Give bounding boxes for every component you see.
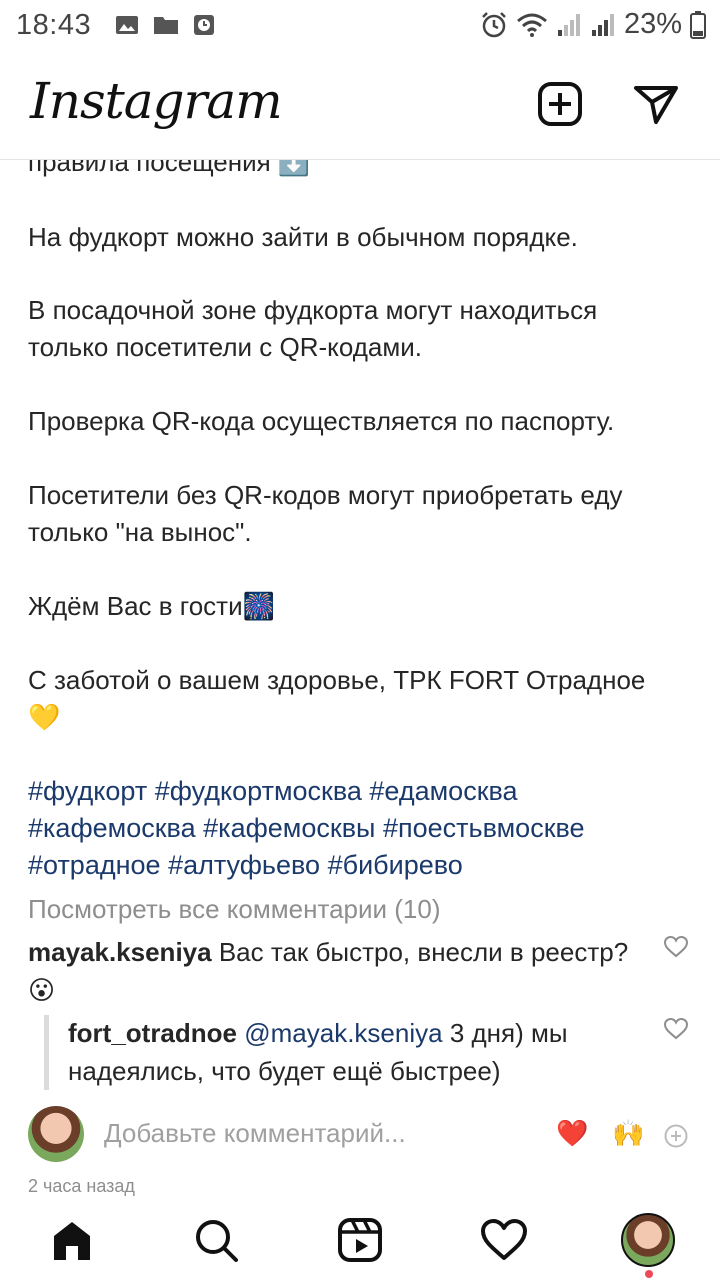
home-icon xyxy=(54,1222,90,1260)
reply-username[interactable]: fort_otradnoe xyxy=(68,1018,237,1048)
caption-line: С заботой о вашем здоровье, ТРК FORT Отр… xyxy=(28,665,646,695)
hashtag-link[interactable]: #отрадное xyxy=(28,850,161,880)
nav-profile[interactable] xyxy=(618,1210,678,1270)
quick-emoji-heart[interactable]: ❤️ xyxy=(556,1118,588,1149)
view-all-comments-link[interactable]: Посмотреть все комментарии (10) xyxy=(28,894,441,925)
nav-home[interactable] xyxy=(42,1210,102,1270)
comment-username[interactable]: mayak.kseniya xyxy=(28,937,212,967)
post-content: правила посещения ⬇️ На фудкорт можно за… xyxy=(0,0,720,1200)
caption-line: В посадочной зоне фудкорта могут находит… xyxy=(28,295,598,325)
bottom-nav xyxy=(0,1200,720,1280)
nav-activity[interactable] xyxy=(474,1210,534,1270)
like-reply-icon[interactable] xyxy=(664,1018,688,1040)
caption-line: 💛 xyxy=(28,702,61,732)
add-comment-input[interactable]: Добавьте комментарий... xyxy=(104,1118,406,1149)
profile-avatar xyxy=(621,1213,675,1267)
caption-line: Проверка QR-кода осуществляется по паспо… xyxy=(28,406,615,436)
reels-icon xyxy=(338,1218,382,1262)
heart-icon xyxy=(481,1219,527,1260)
post-timestamp: 2 часа назад xyxy=(28,1176,135,1196)
comment-reply: fort_otradnoe @mayak.kseniya 3 дня) мы н… xyxy=(68,1014,628,1090)
hashtag-list: #фудкорт #фудкортмосква #едамосква #кафе… xyxy=(28,773,688,884)
hashtag-link[interactable]: #фудкорт xyxy=(28,776,147,806)
paper-plane-icon[interactable] xyxy=(632,80,680,128)
quick-emoji-raised-hands[interactable]: 🙌 xyxy=(612,1118,644,1149)
hashtag-link[interactable]: #кафемосква xyxy=(28,813,196,843)
add-emoji-icon[interactable] xyxy=(664,1124,688,1148)
user-avatar[interactable] xyxy=(28,1106,84,1162)
plus-square-icon[interactable] xyxy=(536,80,584,128)
mention-link[interactable]: @mayak.kseniya xyxy=(244,1018,442,1048)
hashtag-link[interactable]: #алтуфьево xyxy=(168,850,320,880)
instagram-logo[interactable]: Instagram xyxy=(30,72,283,130)
reply-thread-line xyxy=(44,1015,49,1090)
caption-line: только посетители с QR-кодами. xyxy=(28,332,422,362)
hashtag-link[interactable]: #едамосква xyxy=(369,776,517,806)
hashtag-link[interactable]: #фудкортмосква xyxy=(155,776,362,806)
caption-line: Ждём Вас в гости🎆 xyxy=(28,591,275,621)
nav-search[interactable] xyxy=(186,1210,246,1270)
hashtag-link[interactable]: #бибирево xyxy=(328,850,463,880)
search-icon xyxy=(196,1220,238,1262)
caption-line: Посетители без QR-кодов могут приобретат… xyxy=(28,480,623,510)
hashtag-link[interactable]: #кафемосквы xyxy=(203,813,375,843)
caption-line: только "на вынос". xyxy=(28,517,252,547)
comment: mayak.kseniya Вас так быстро, внесли в р… xyxy=(28,933,648,1009)
add-comment-row: Добавьте комментарий... ❤️ 🙌 xyxy=(0,1104,720,1168)
hashtag-link[interactable]: #поестьвмоскве xyxy=(383,813,585,843)
notification-dot xyxy=(645,1270,653,1278)
top-app-bar: Instagram xyxy=(0,50,720,160)
like-comment-icon[interactable] xyxy=(664,936,688,958)
nav-reels[interactable] xyxy=(330,1210,390,1270)
caption-line: На фудкорт можно зайти в обычном порядке… xyxy=(28,222,578,252)
